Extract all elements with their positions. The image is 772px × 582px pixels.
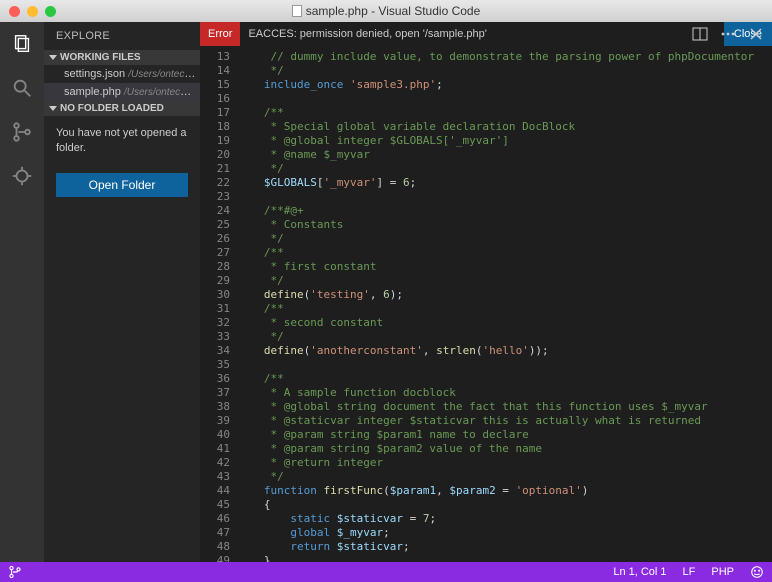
more-icon[interactable]	[720, 26, 736, 42]
status-line-col[interactable]: Ln 1, Col 1	[605, 562, 674, 582]
code-area[interactable]: 1314151617181920212223242526272829303132…	[200, 50, 772, 562]
working-files-header[interactable]: WORKING FILES	[44, 50, 200, 65]
titlebar: sample.php - Visual Studio Code	[0, 0, 772, 22]
editor: Error EACCES: permission denied, open '/…	[200, 22, 772, 562]
zoom-window-icon[interactable]	[45, 6, 56, 17]
sidebar: EXPLORE WORKING FILES settings.json /Use…	[44, 22, 200, 562]
window-title: sample.php - Visual Studio Code	[0, 4, 772, 18]
source-control-icon[interactable]	[10, 120, 34, 144]
feedback-icon[interactable]	[742, 562, 772, 582]
open-folder-button[interactable]: Open Folder	[56, 173, 188, 197]
window-controls	[0, 6, 56, 17]
error-message: EACCES: permission denied, open '/sample…	[240, 28, 723, 40]
status-bar: Ln 1, Col 1 LF PHP	[0, 562, 772, 582]
working-file-item[interactable]: sample.php /Users/ontecni/...	[44, 83, 200, 101]
git-branch-icon[interactable]	[0, 562, 30, 582]
status-encoding[interactable]: LF	[675, 562, 704, 582]
search-icon[interactable]	[10, 76, 34, 100]
activity-bar	[0, 22, 44, 562]
minimize-window-icon[interactable]	[27, 6, 38, 17]
files-icon[interactable]	[10, 32, 34, 56]
sidebar-title: EXPLORE	[44, 22, 200, 50]
status-language[interactable]: PHP	[703, 562, 742, 582]
no-folder-message: You have not yet opened a folder.	[44, 116, 200, 167]
notification-bar: Error EACCES: permission denied, open '/…	[200, 22, 772, 46]
split-editor-icon[interactable]	[692, 26, 708, 42]
line-numbers: 1314151617181920212223242526272829303132…	[200, 50, 244, 562]
close-window-icon[interactable]	[9, 6, 20, 17]
code-content[interactable]: // dummy include value, to demonstrate t…	[244, 50, 772, 562]
file-icon	[292, 5, 302, 17]
working-file-item[interactable]: settings.json /Users/ontecni...	[44, 65, 200, 83]
error-badge: Error	[200, 22, 240, 46]
no-folder-header[interactable]: NO FOLDER LOADED	[44, 101, 200, 116]
debug-icon[interactable]	[10, 164, 34, 188]
close-icon[interactable]	[748, 26, 764, 42]
